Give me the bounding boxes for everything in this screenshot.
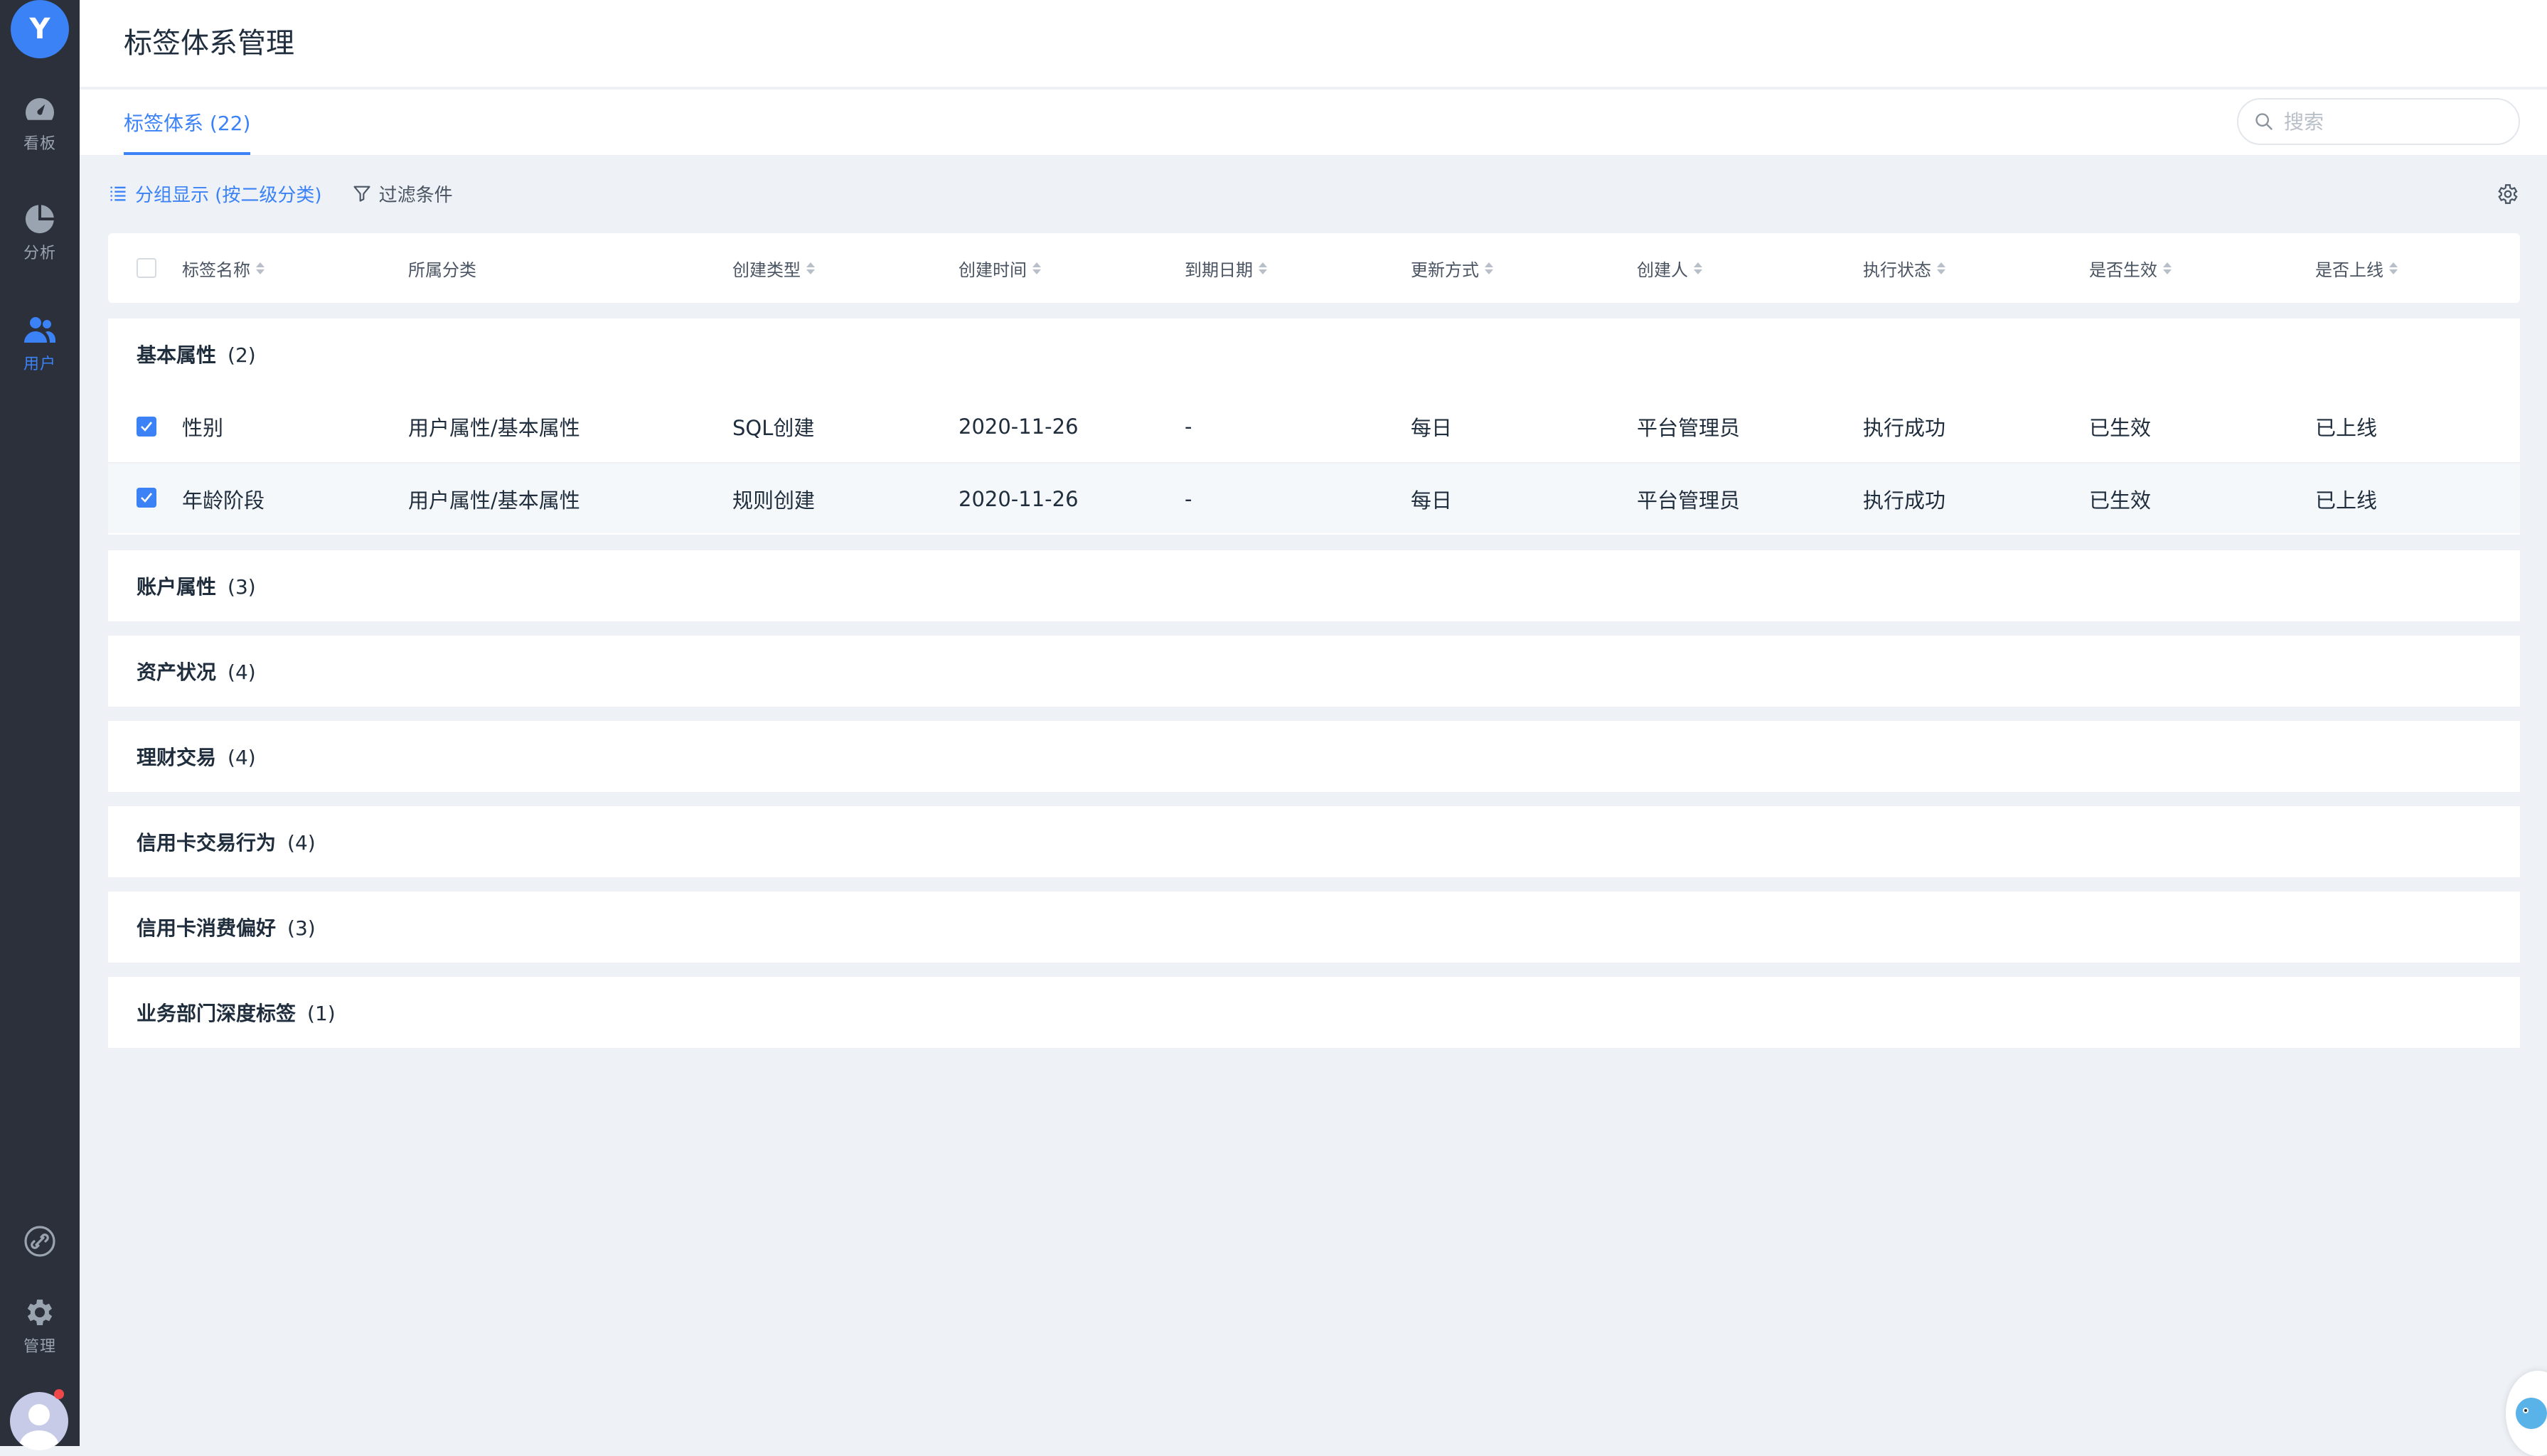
tag-group-account[interactable]: 账户属性 (3) xyxy=(108,550,2520,621)
column-header-update-mode[interactable]: 更新方式 xyxy=(1411,233,1493,303)
column-header-online[interactable]: 是否上线 xyxy=(2315,233,2398,303)
table-row[interactable]: 性别 用户属性/基本属性 SQL创建 2020-11-26 - 每日 平台管理员… xyxy=(108,391,2520,462)
sort-icon xyxy=(1259,262,1267,274)
tag-group-assets[interactable]: 资产状况 (4) xyxy=(108,636,2520,707)
cell-exec-status: 执行成功 xyxy=(1863,416,1946,440)
search-icon xyxy=(2255,113,2273,130)
sort-icon xyxy=(256,262,265,274)
column-header-effective[interactable]: 是否生效 xyxy=(2089,233,2172,303)
sidebar: Y 看板 分析 用户 管理 xyxy=(0,0,80,1450)
cell-online: 已上线 xyxy=(2315,488,2378,513)
check-icon xyxy=(141,493,153,503)
sidebar-item-dashboard[interactable]: 看板 xyxy=(0,92,80,171)
settings-gear-icon[interactable] xyxy=(2496,182,2520,206)
group-title[interactable]: 业务部门深度标签 (1) xyxy=(137,998,336,1027)
filter-label: 过滤条件 xyxy=(378,184,453,206)
group-title[interactable]: 基本属性 (2) xyxy=(137,340,256,368)
column-header-name[interactable]: 标签名称 xyxy=(182,233,265,303)
table-header: 标签名称 所属分类 创建类型 创建时间 到期日期 更新方式 创建人 执行状态 是… xyxy=(108,233,2520,303)
group-display-button[interactable]: 分组显示 (按二级分类) xyxy=(108,181,322,207)
pie-chart-icon xyxy=(25,205,54,234)
tag-group-basic: 基本属性 (2) 性别 用户属性/基本属性 SQL创建 2020-11-26 - … xyxy=(108,318,2520,535)
row-checkbox[interactable] xyxy=(137,488,156,508)
sort-icon xyxy=(1485,262,1493,274)
sidebar-item-users[interactable]: 用户 xyxy=(0,313,80,391)
app-logo[interactable]: Y xyxy=(11,0,69,58)
cell-category: 用户属性/基本属性 xyxy=(408,416,580,440)
sidebar-item-integrations[interactable] xyxy=(0,1224,80,1302)
cell-name[interactable]: 性别 xyxy=(182,391,223,462)
table-row[interactable]: 年龄阶段 用户属性/基本属性 规则创建 2020-11-26 - 每日 平台管理… xyxy=(108,462,2520,533)
group-title[interactable]: 信用卡消费偏好 (3) xyxy=(137,913,316,941)
notification-dot xyxy=(54,1389,64,1399)
cell-create-time: 2020-11-26 xyxy=(959,414,1079,439)
check-icon xyxy=(141,422,153,432)
user-avatar-icon xyxy=(18,1404,60,1450)
sidebar-item-label: 用户 xyxy=(23,355,56,373)
cell-update-mode: 每日 xyxy=(1411,416,1453,440)
group-display-label: 分组显示 (按二级分类) xyxy=(135,184,322,206)
gear-icon xyxy=(27,1300,53,1325)
column-header-category: 所属分类 xyxy=(408,259,476,280)
cell-create-type: SQL创建 xyxy=(732,416,815,440)
list-icon xyxy=(110,186,126,201)
sidebar-item-admin[interactable]: 管理 xyxy=(0,1295,80,1374)
cell-exec-status: 执行成功 xyxy=(1863,488,1946,513)
cell-online: 已上线 xyxy=(2315,416,2378,440)
group-title[interactable]: 资产状况 (4) xyxy=(137,657,256,685)
cell-creator: 平台管理员 xyxy=(1637,488,1741,513)
link-icon xyxy=(24,1226,55,1257)
group-title[interactable]: 理财交易 (4) xyxy=(137,742,256,771)
sidebar-item-label: 分析 xyxy=(23,245,56,262)
tag-group-credit-card-behavior[interactable]: 信用卡交易行为 (4) xyxy=(108,806,2520,877)
filter-button[interactable]: 过滤条件 xyxy=(352,181,453,207)
cell-create-type: 规则创建 xyxy=(732,488,816,513)
tag-group-department[interactable]: 业务部门深度标签 (1) xyxy=(108,977,2520,1048)
row-checkbox[interactable] xyxy=(137,417,156,437)
column-header-create-time[interactable]: 创建时间 xyxy=(959,233,1041,303)
cell-expire-date: - xyxy=(1185,487,1192,511)
search-input[interactable] xyxy=(2284,109,2497,134)
sidebar-item-label: 看板 xyxy=(23,135,56,153)
assistant-icon xyxy=(2516,1398,2547,1429)
cell-effective: 已生效 xyxy=(2089,488,2152,513)
sort-icon xyxy=(806,262,815,274)
group-title[interactable]: 信用卡交易行为 (4) xyxy=(137,828,316,856)
cell-creator: 平台管理员 xyxy=(1637,416,1741,440)
sort-icon xyxy=(2163,262,2172,274)
search-box[interactable] xyxy=(2237,98,2520,145)
tag-group-credit-card-preference[interactable]: 信用卡消费偏好 (3) xyxy=(108,892,2520,963)
users-icon xyxy=(24,317,55,343)
filter-icon xyxy=(353,186,370,202)
avatar[interactable] xyxy=(10,1392,68,1450)
sort-icon xyxy=(1032,262,1041,274)
tab-bar: 标签体系 (22) xyxy=(80,90,2547,155)
sort-icon xyxy=(2389,262,2398,274)
tag-group-wealth[interactable]: 理财交易 (4) xyxy=(108,721,2520,792)
sort-icon xyxy=(1937,262,1945,274)
group-title[interactable]: 账户属性 (3) xyxy=(137,572,256,600)
assistant-bubble[interactable] xyxy=(2506,1371,2547,1456)
select-all-checkbox[interactable] xyxy=(137,258,156,278)
cell-create-time: 2020-11-26 xyxy=(959,487,1079,511)
toolbar: 分组显示 (按二级分类) 过滤条件 xyxy=(108,179,483,208)
sidebar-item-label: 管理 xyxy=(23,1338,56,1356)
cell-effective: 已生效 xyxy=(2089,416,2152,440)
column-header-creator[interactable]: 创建人 xyxy=(1637,233,1702,303)
column-header-exec-status[interactable]: 执行状态 xyxy=(1863,233,1945,303)
cell-category: 用户属性/基本属性 xyxy=(408,488,580,513)
cell-update-mode: 每日 xyxy=(1411,488,1453,513)
cell-expire-date: - xyxy=(1185,414,1192,439)
cell-name[interactable]: 年龄阶段 xyxy=(182,464,265,535)
sort-icon xyxy=(1694,262,1702,274)
gauge-icon xyxy=(26,98,54,120)
column-header-expire-date[interactable]: 到期日期 xyxy=(1185,233,1267,303)
page-header: 标签体系管理 xyxy=(80,0,2547,88)
page-title: 标签体系管理 xyxy=(124,27,294,60)
sidebar-item-analysis[interactable]: 分析 xyxy=(0,202,80,280)
tab-tag-system[interactable]: 标签体系 (22) xyxy=(124,108,251,155)
column-header-create-type[interactable]: 创建类型 xyxy=(732,233,815,303)
